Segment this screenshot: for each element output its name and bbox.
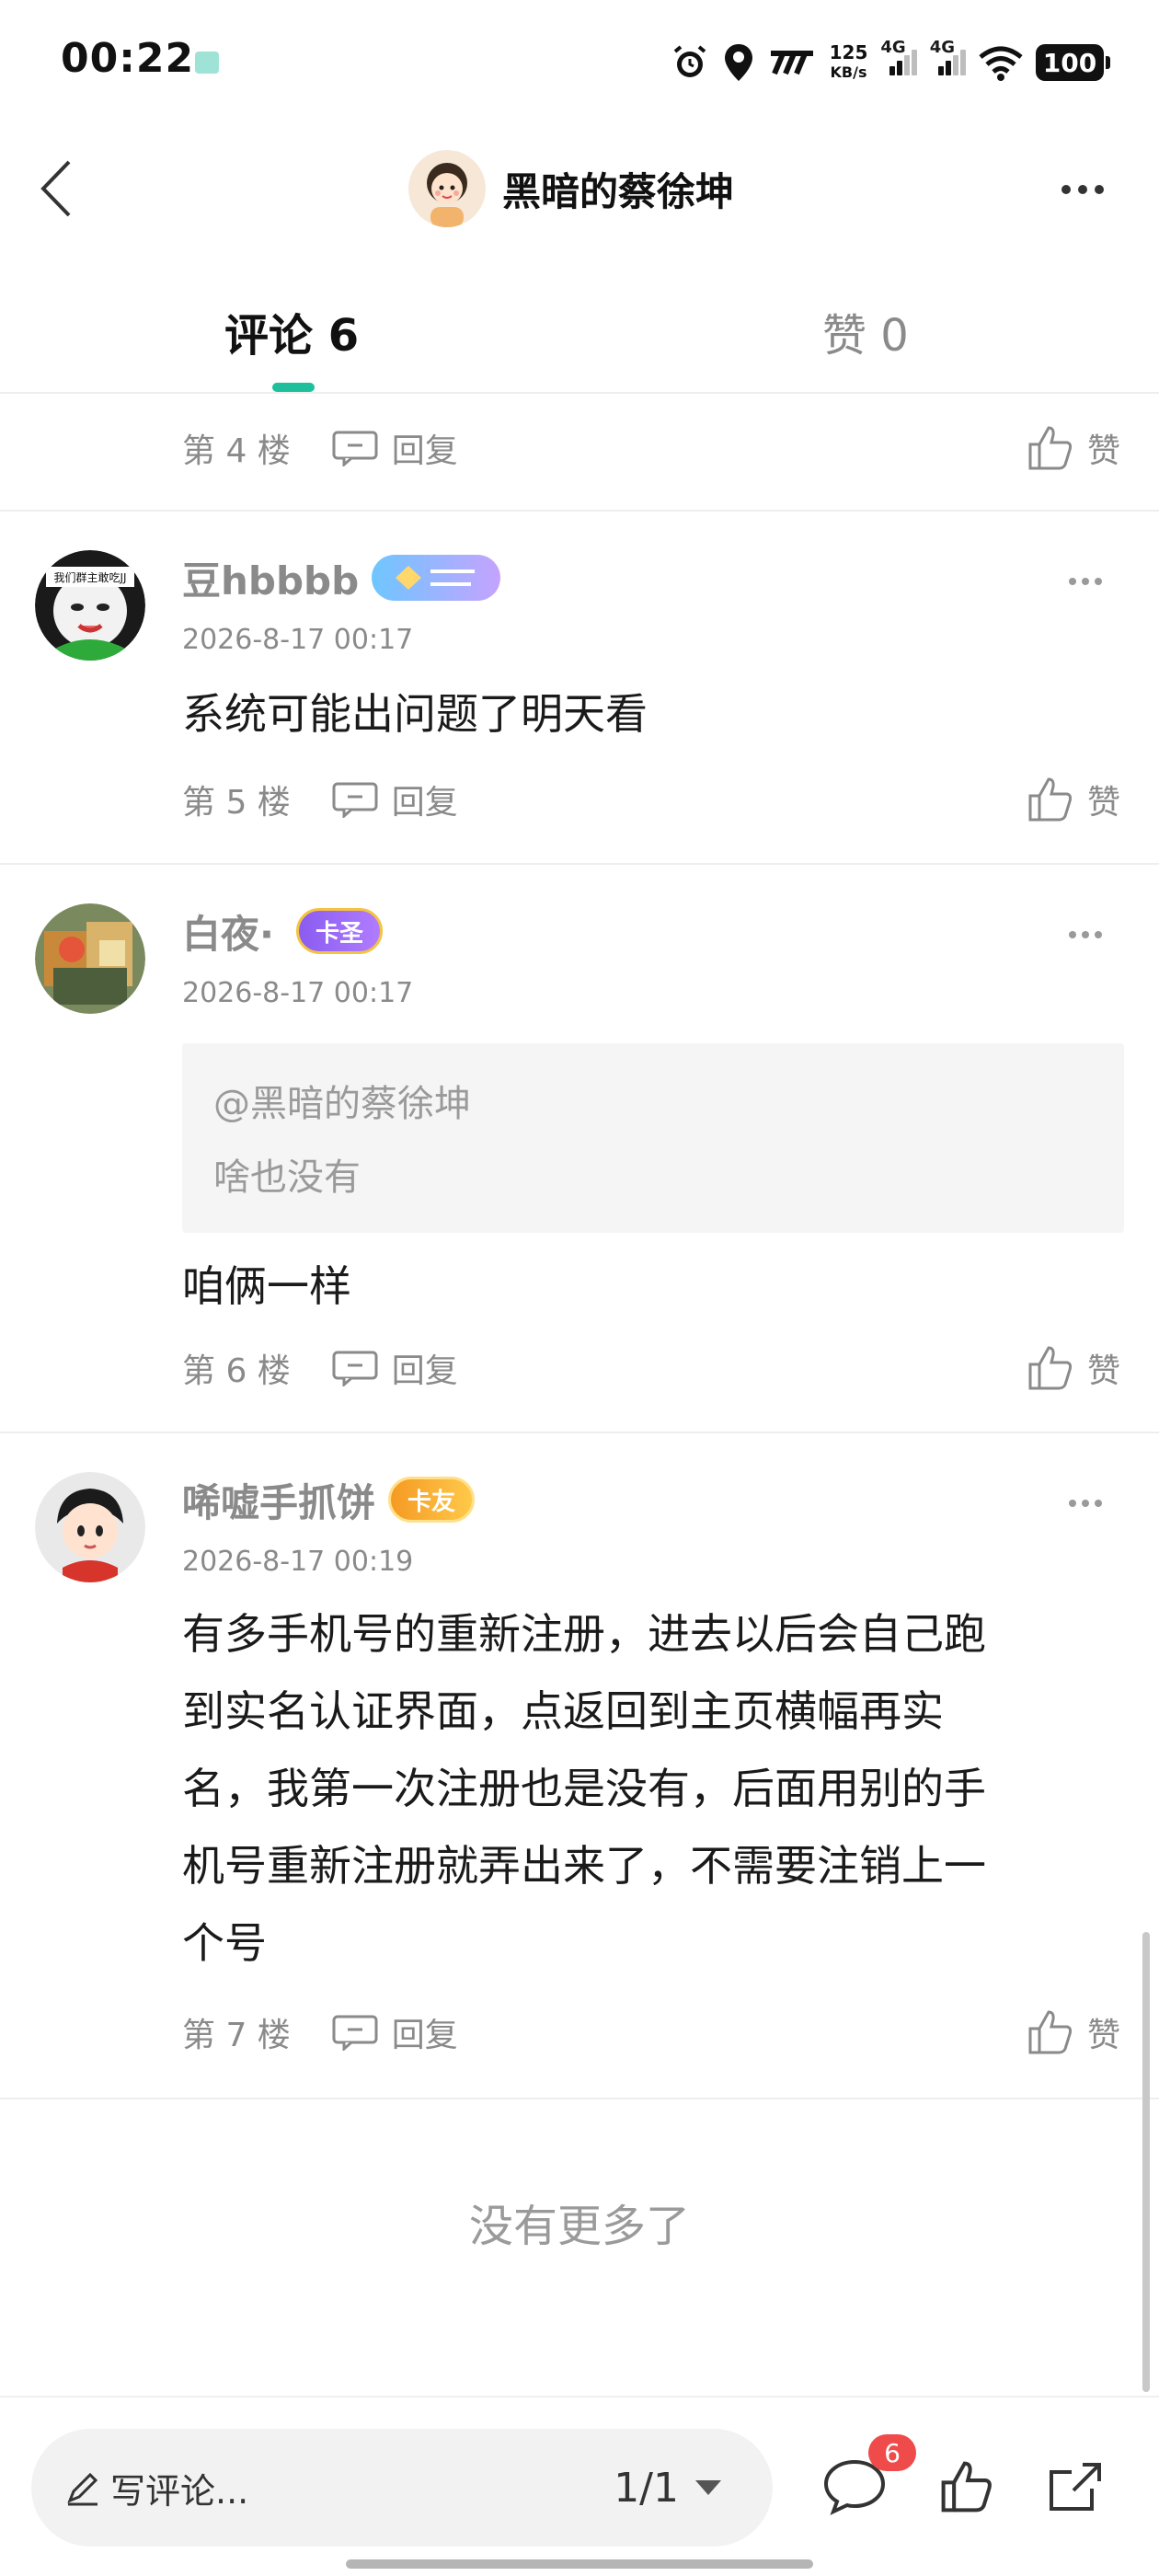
comment-text: 有多手机号的重新注册，进去以后会自己跑 到实名认证界面，点返回到主页横幅再实 名… xyxy=(182,1595,1102,1982)
user-avatar[interactable] xyxy=(35,1472,145,1582)
status-time: 00:22 xyxy=(61,35,195,82)
avatar-caption: 我们群主敢吃JJ xyxy=(53,570,126,584)
reply-icon xyxy=(332,2015,378,2051)
wifi-icon xyxy=(979,42,1023,83)
battery-icon: 100 xyxy=(1036,44,1110,81)
end-of-list-text: 没有更多了 xyxy=(468,2201,690,2252)
bottom-action-bar: 写评论... 1/1 6 xyxy=(0,2396,1159,2576)
quoted-reply[interactable]: @黑暗的蔡徐坤 啥也没有 xyxy=(182,1043,1124,1233)
comment-footer: 第 5 楼 回复 xyxy=(182,767,458,832)
reply-icon xyxy=(332,1351,378,1386)
home-indicator[interactable] xyxy=(346,2559,813,2569)
thumbs-up-icon xyxy=(1028,777,1073,822)
back-button[interactable] xyxy=(24,156,88,221)
comment-text: 系统可能出问题了明天看 xyxy=(182,689,648,739)
divider xyxy=(0,2098,1159,2099)
comment-text-line: 到实名认证界面，点返回到主页横幅再实 xyxy=(182,1686,944,1736)
comment-more-button[interactable] xyxy=(1058,916,1113,953)
title-bar: 黑暗的蔡徐坤 xyxy=(0,129,1159,248)
carrier-logo-icon xyxy=(767,42,817,83)
floor-label: 第 7 楼 xyxy=(182,2017,291,2054)
more-options-button[interactable] xyxy=(1050,169,1115,210)
username[interactable]: 唏嘘手抓饼 xyxy=(182,1472,375,1528)
active-tab-indicator xyxy=(272,383,315,392)
signal-1-icon: 4G xyxy=(880,38,917,75)
reply-button[interactable]: 回复 xyxy=(331,776,458,823)
thumbs-up-icon xyxy=(941,2461,992,2513)
divider xyxy=(0,510,1159,512)
reply-icon xyxy=(332,431,378,466)
comment-footer: 第 4 楼 回复 xyxy=(182,416,458,480)
like-button[interactable]: 赞 xyxy=(1027,767,1120,832)
caret-down-icon xyxy=(695,2480,721,2495)
network-speed: 125 KB/s xyxy=(829,41,868,81)
write-comment-label: 写评论... xyxy=(110,2470,249,2512)
username[interactable]: 豆hbbbb xyxy=(182,550,359,606)
post-author[interactable]: 黑暗的蔡徐坤 xyxy=(408,149,734,228)
username-row: 白夜· 卡圣 xyxy=(182,903,383,959)
tab-likes[interactable]: 赞 0 xyxy=(822,294,909,368)
write-comment-input[interactable]: 写评论... 1/1 xyxy=(31,2429,773,2547)
username-row: 豆hbbbb xyxy=(182,550,501,606)
comment-text-line: 有多手机号的重新注册，进去以后会自己跑 xyxy=(182,1609,986,1659)
user-avatar[interactable]: 我们群主敢吃JJ xyxy=(35,550,145,661)
page-selector[interactable]: 1/1 xyxy=(614,2429,721,2547)
tab-comments[interactable]: 评论 6 xyxy=(224,294,359,368)
medal-badge xyxy=(372,555,501,601)
comment-timestamp: 2026-8-17 00:17 xyxy=(182,977,414,1009)
username-row: 唏嘘手抓饼 卡友 xyxy=(182,1472,476,1528)
notification-icon xyxy=(195,52,219,74)
divider xyxy=(0,1432,1159,1433)
thumbs-up-icon xyxy=(1028,2010,1073,2054)
comment-count-badge: 6 xyxy=(868,2434,916,2471)
reply-button[interactable]: 回复 xyxy=(331,2008,458,2056)
user-avatar[interactable] xyxy=(35,903,145,1014)
floor-label: 第 5 楼 xyxy=(182,784,291,822)
pencil-icon xyxy=(67,2472,98,2506)
like-button[interactable]: 赞 xyxy=(1027,416,1120,480)
level-badge: 卡友 xyxy=(388,1477,476,1523)
page-indicator: 1/1 xyxy=(614,2464,679,2512)
share-icon xyxy=(1050,2463,1101,2511)
comment-text-line: 个号 xyxy=(182,1918,267,1968)
like-post-button[interactable] xyxy=(927,2447,1006,2526)
like-button[interactable]: 赞 xyxy=(1027,1336,1120,1400)
comment-footer: 第 6 楼 回复 xyxy=(182,1336,458,1400)
page-title: 黑暗的蔡徐坤 xyxy=(502,168,735,214)
quoted-user: @黑暗的蔡徐坤 xyxy=(213,1083,471,1125)
reply-icon xyxy=(332,782,378,818)
like-button[interactable]: 赞 xyxy=(1027,2000,1120,2064)
comment-timestamp: 2026-8-17 00:19 xyxy=(182,1546,414,1578)
floor-label: 第 4 楼 xyxy=(182,432,291,470)
status-bar: 00:22 125 KB/s 4G 4G 100 xyxy=(0,0,1159,120)
status-icons: 125 KB/s 4G 4G 100 xyxy=(670,35,1110,90)
username[interactable]: 白夜· xyxy=(182,903,274,960)
level-badge: 卡圣 xyxy=(295,908,383,954)
scrollbar[interactable] xyxy=(1142,1932,1150,2392)
tab-bar: 评论 6 赞 0 xyxy=(0,276,1159,394)
comment-more-button[interactable] xyxy=(1058,1485,1113,1522)
reply-button[interactable]: 回复 xyxy=(331,1344,458,1392)
comment-timestamp: 2026-8-17 00:17 xyxy=(182,624,414,656)
comment-more-button[interactable] xyxy=(1058,563,1113,600)
quoted-text: 啥也没有 xyxy=(213,1156,361,1199)
share-button[interactable] xyxy=(1036,2447,1115,2526)
divider xyxy=(0,863,1159,865)
reply-button[interactable]: 回复 xyxy=(331,424,458,472)
comment-text: 咱俩一样 xyxy=(182,1261,351,1311)
alarm-icon xyxy=(670,42,710,83)
chevron-left-icon xyxy=(40,160,71,217)
comment-text-line: 机号重新注册就弄出来了，不需要注销上一 xyxy=(182,1841,986,1891)
signal-2-icon: 4G xyxy=(930,38,966,75)
comment-footer: 第 7 楼 回复 xyxy=(182,2000,458,2064)
floor-label: 第 6 楼 xyxy=(182,1352,291,1390)
author-avatar[interactable] xyxy=(408,150,486,227)
location-icon xyxy=(723,42,754,83)
thumbs-up-icon xyxy=(1028,1346,1073,1390)
comment-text-line: 名，我第一次注册也是没有，后面用别的手 xyxy=(182,1764,986,1813)
thumbs-up-icon xyxy=(1028,426,1073,470)
